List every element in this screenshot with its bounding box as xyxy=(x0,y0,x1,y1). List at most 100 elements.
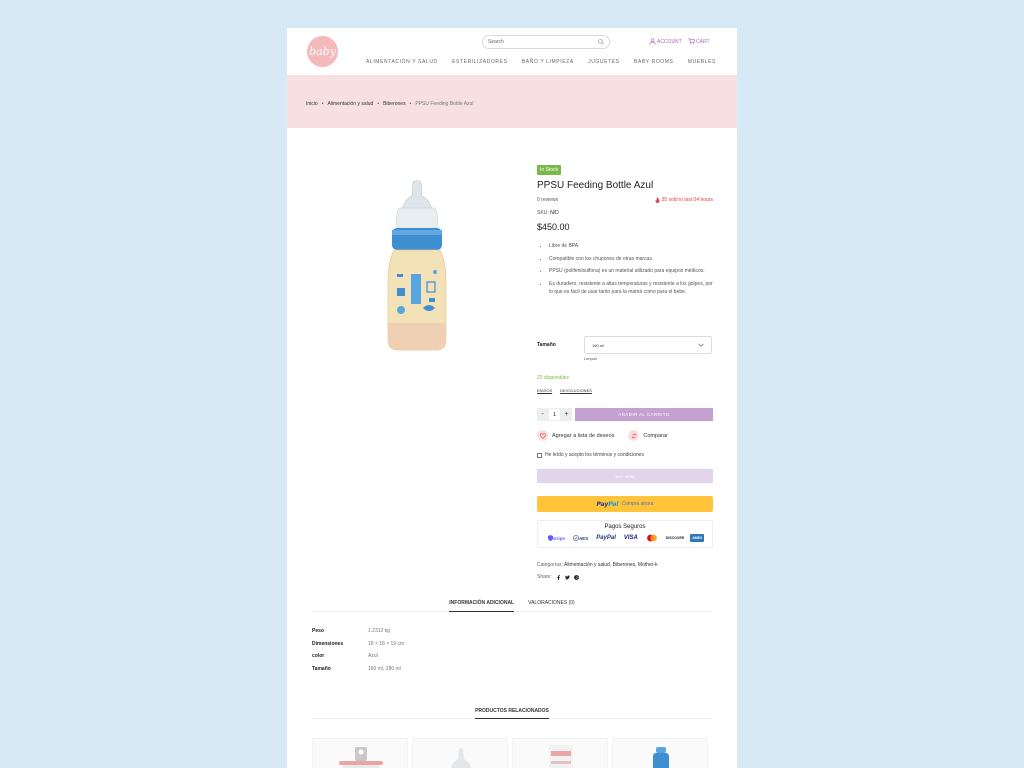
account-link[interactable]: ACCOUNT xyxy=(649,38,682,45)
quantity-decrease-button[interactable]: - xyxy=(537,408,548,421)
product-info: In Stock PPSU Feeding Bottle Azul 0 revi… xyxy=(537,158,713,301)
feature-list: Libre de BPA Compatible con los chupones… xyxy=(537,242,713,297)
terms-checkbox[interactable]: He leído y acepto los términos y condici… xyxy=(537,452,644,458)
reviews-count[interactable]: 0 reviews xyxy=(537,197,558,203)
feature-item: Libre de BPA xyxy=(549,242,713,251)
paypal-subtext: Compra ahora xyxy=(621,501,654,507)
cart-link[interactable]: CART xyxy=(688,38,710,45)
quantity-increase-button[interactable]: + xyxy=(561,408,572,421)
heart-icon xyxy=(537,430,548,441)
nav-item-juguetes[interactable]: JUGUETES xyxy=(588,59,619,65)
sold-text: 35 sold in last 04 hours xyxy=(661,197,713,203)
shipping-link[interactable]: ENVÍOS xyxy=(537,388,552,393)
spec-key: Dimensiones xyxy=(312,640,344,647)
search-icon[interactable] xyxy=(598,39,604,45)
compare-icon xyxy=(628,430,640,441)
product-image[interactable] xyxy=(377,178,457,354)
nav-item-bano[interactable]: BAÑO Y LIMPIEZA xyxy=(522,59,574,65)
size-selector-row: Tamaño 160 ml xyxy=(537,336,713,356)
stripe-logo: stripe xyxy=(546,534,567,542)
paypal-button[interactable]: PayPal Compra ahora xyxy=(537,496,713,512)
related-products-list xyxy=(312,738,712,768)
feature-item: Compatible con los chupones de otras mar… xyxy=(549,255,713,264)
categories-line: Categorías: Alimentación y salud, Bibero… xyxy=(537,562,658,568)
facebook-icon[interactable] xyxy=(556,574,561,580)
table-row: color Azul xyxy=(312,653,492,666)
categories-label: Categorías: xyxy=(537,562,563,568)
table-row: Dimensiones 18 × 18 × 19 cm xyxy=(312,641,492,654)
breadcrumb: Inicio • Alimentación y salud • Biberone… xyxy=(306,101,473,107)
breadcrumb-separator: • xyxy=(377,101,380,107)
nav-item-esterilizadores[interactable]: ESTERILIZADORES xyxy=(452,59,507,65)
size-selected-value: 160 ml xyxy=(592,342,605,348)
paypal-logo: PayPal xyxy=(596,500,619,508)
brand-logo[interactable]: baby xyxy=(307,36,338,67)
spec-value: Azul xyxy=(368,653,378,659)
product-thumbnail xyxy=(549,745,573,768)
twitter-icon[interactable] xyxy=(564,575,570,580)
product-thumbnail xyxy=(339,747,383,768)
categories-value[interactable]: Alimentación y salud, Biberones, Mother-… xyxy=(564,562,658,568)
breadcrumb-item-alimentacion[interactable]: Alimentación y salud xyxy=(327,101,373,107)
tab-additional-info[interactable]: INFORMACIÓN ADICIONAL xyxy=(449,598,515,612)
add-to-wishlist-button[interactable]: Agregar a lista de deseos xyxy=(537,430,614,441)
sku-label: SKU: xyxy=(537,210,549,216)
returns-link[interactable]: DEVOLUCIONES xyxy=(560,388,592,393)
clear-selection-link[interactable]: Limpiar xyxy=(584,356,597,361)
search-input[interactable] xyxy=(488,39,598,45)
wishlist-compare-row: Agregar a lista de deseos Comparar xyxy=(537,430,668,441)
paypal-mini-logo: PayPal xyxy=(596,535,616,541)
related-product-card[interactable] xyxy=(312,738,408,768)
quantity-row: - + AÑADIR AL CARRITO xyxy=(537,408,713,421)
flame-icon xyxy=(655,197,660,203)
sku-value: N/D xyxy=(550,210,559,216)
checkbox-icon[interactable] xyxy=(537,452,542,458)
chevron-down-icon xyxy=(698,343,704,347)
spec-value: 18 × 18 × 19 cm xyxy=(368,640,405,647)
spec-value: 160 ml, 280 ml xyxy=(368,665,401,672)
related-product-card[interactable] xyxy=(512,738,608,768)
product-price: $450.00 xyxy=(537,222,570,232)
product-tabs: INFORMACIÓN ADICIONAL VALORACIONES (0) xyxy=(312,598,712,612)
amex-logo: AMEX xyxy=(690,534,705,542)
mastercard-logo xyxy=(644,534,660,542)
product-thumbnail xyxy=(451,748,471,768)
breadcrumb-item-biberones[interactable]: Biberones xyxy=(383,101,406,107)
breadcrumb-item-current: PPSU Feeding Bottle Azul xyxy=(415,101,474,107)
policy-links: ENVÍOS DEVOLUCIONES xyxy=(537,388,592,393)
spec-key: Tamaño xyxy=(312,665,331,672)
spec-key: Peso xyxy=(312,628,324,634)
page: baby ACCOUNT CART ALIMENTACIÓN Y SALUD E… xyxy=(287,28,737,768)
related-product-card[interactable] xyxy=(412,738,508,768)
size-select[interactable]: 160 ml xyxy=(584,336,712,354)
quantity-input[interactable] xyxy=(548,408,561,421)
nav-item-muebles[interactable]: MUEBLES xyxy=(688,59,716,65)
cart-label: CART xyxy=(696,38,710,45)
product-thumbnail xyxy=(653,747,669,768)
cart-icon xyxy=(688,38,695,45)
breadcrumb-separator: • xyxy=(321,101,324,107)
availability-text: 22 disponibles xyxy=(537,375,569,381)
share-label: Share: xyxy=(537,574,552,580)
pinterest-icon[interactable] xyxy=(573,574,579,580)
visa-logo: VISA xyxy=(623,535,638,541)
product-title: PPSU Feeding Bottle Azul xyxy=(537,180,654,191)
related-product-card[interactable] xyxy=(612,738,708,768)
add-to-cart-button[interactable]: AÑADIR AL CARRITO xyxy=(575,408,713,421)
buy-now-button[interactable]: BUY NOW xyxy=(537,469,713,483)
related-products-heading: PRODUCTOS RELACIONADOS xyxy=(312,706,712,719)
payment-logos: stripe AES PayPal VISA DISCOVER AMEX xyxy=(538,534,712,542)
breadcrumb-item-inicio[interactable]: Inicio xyxy=(306,101,318,107)
sold-indicator: 35 sold in last 04 hours xyxy=(655,197,713,203)
account-label: ACCOUNT xyxy=(657,38,682,45)
search-bar[interactable] xyxy=(482,35,610,49)
secure-payments-title: Pagos Seguros xyxy=(604,524,646,530)
tab-reviews[interactable]: VALORACIONES (0) xyxy=(528,598,575,612)
main-nav: ALIMENTACIÓN Y SALUD ESTERILIZADORES BAÑ… xyxy=(366,59,716,65)
table-row: Peso 1.2312 kg xyxy=(312,628,492,641)
nav-item-baby-rooms[interactable]: BABY ROOMS xyxy=(634,59,674,65)
compare-label: Comparar xyxy=(643,432,668,439)
discover-logo: DISCOVER xyxy=(665,536,685,540)
compare-button[interactable]: Comparar xyxy=(628,430,668,441)
nav-item-alimentacion[interactable]: ALIMENTACIÓN Y SALUD xyxy=(366,59,438,65)
